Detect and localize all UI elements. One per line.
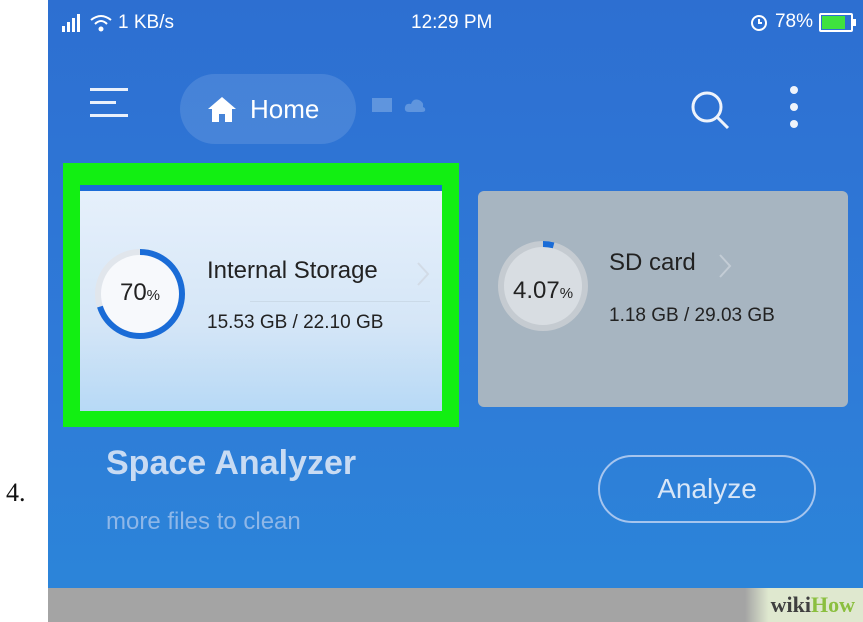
chevron-right-icon	[417, 262, 430, 286]
internal-storage-card[interactable]: 70% Internal Storage 15.53 GB / 22.10 GB	[80, 185, 442, 411]
network-speed: 1 KB/s	[118, 12, 174, 33]
chevron-right-icon	[719, 254, 732, 278]
more-options-icon[interactable]	[790, 86, 800, 134]
step-number: 4.	[6, 478, 26, 507]
bottom-bar	[48, 588, 863, 622]
home-icon	[208, 97, 236, 122]
sd-card-title: SD card	[609, 249, 696, 276]
sd-percent: 4.07%	[512, 277, 574, 304]
wifi-icon	[90, 15, 112, 32]
search-icon[interactable]	[688, 88, 732, 132]
space-analyzer-subtitle: more files to clean	[106, 508, 301, 535]
status-left: 1 KB/s	[62, 12, 174, 34]
home-label: Home	[250, 93, 320, 124]
app-toolbar: Home	[48, 70, 863, 144]
menu-icon[interactable]	[90, 88, 128, 120]
internal-storage-size: 15.53 GB / 22.10 GB	[207, 312, 384, 333]
signal-icon	[62, 14, 80, 32]
alarm-icon	[750, 15, 767, 31]
battery-icon	[819, 12, 856, 32]
analyze-button[interactable]: Analyze	[598, 455, 816, 523]
battery-fill	[822, 15, 846, 29]
sd-card-size: 1.18 GB / 29.03 GB	[609, 305, 775, 326]
internal-storage-title: Internal Storage	[207, 257, 378, 284]
internal-percent: 70%	[119, 279, 161, 306]
battery-percent: 78%	[774, 11, 813, 32]
sd-card-icon[interactable]	[371, 96, 393, 114]
breadcrumb-icons	[371, 96, 427, 114]
home-breadcrumb[interactable]: Home	[180, 74, 356, 144]
phone-screen: 1 KB/s 12:29 PM 78% Home 70% Internal St…	[48, 0, 863, 622]
sd-card-card[interactable]: 4.07% SD card 1.18 GB / 29.03 GB	[478, 191, 848, 407]
space-analyzer-title: Space Analyzer	[106, 444, 357, 482]
status-time: 12:29 PM	[411, 12, 493, 33]
status-right: 78%	[749, 11, 856, 33]
card-divider	[250, 301, 430, 302]
wikihow-watermark: wiki How	[744, 588, 863, 622]
cloud-icon[interactable]	[403, 96, 427, 114]
status-bar: 1 KB/s 12:29 PM 78%	[48, 0, 863, 46]
